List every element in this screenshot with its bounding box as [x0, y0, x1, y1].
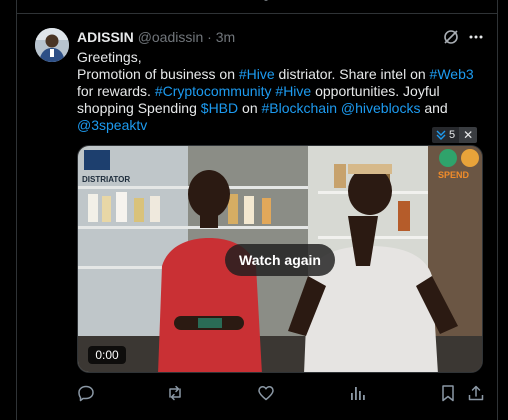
text-line-4: shopping Spending $HBD on #Blockchain @h…: [77, 100, 487, 117]
author-name[interactable]: ADISSIN: [77, 29, 134, 45]
text-segment: opportunities. Joyful: [311, 83, 440, 99]
repost-icon[interactable]: [166, 384, 184, 402]
badge-count-text: 5: [449, 129, 456, 141]
badge-close-button[interactable]: ✕: [459, 127, 478, 143]
tweet-text: Greetings, Promotion of business on #Hiv…: [77, 49, 487, 134]
text-segment: on: [238, 100, 262, 116]
share-icon[interactable]: [467, 384, 485, 402]
hashtag-hive-2[interactable]: #Hive: [275, 83, 311, 99]
like-icon[interactable]: [257, 384, 275, 402]
store-sign: DISTRIATOR: [82, 175, 130, 184]
text-line-5: @3speaktv: [77, 117, 487, 134]
separator-dot: ·: [207, 29, 212, 45]
text-line-3: for rewards. #Cryptocommunity #Hive oppo…: [77, 83, 487, 100]
hashtag-hive[interactable]: #Hive: [239, 66, 275, 82]
grok-icon[interactable]: [442, 28, 460, 46]
annotation-badge: 5 ✕: [432, 127, 484, 143]
tweet-header: ADISSIN @oadissin · 3m: [77, 29, 235, 45]
tweet-time[interactable]: 3m: [216, 29, 235, 45]
text-line-2: Promotion of business on #Hive distriato…: [77, 66, 487, 83]
hashtag-blockchain[interactable]: #Blockchain: [262, 100, 338, 116]
mention-3speaktv[interactable]: @3speaktv: [77, 117, 147, 133]
spend-sign: SPEND: [438, 170, 470, 180]
top-dot: [264, 0, 268, 1]
author-handle[interactable]: @oadissin: [138, 29, 204, 45]
text-line-1: Greetings,: [77, 49, 487, 66]
hashtag-cryptocommunity[interactable]: #Cryptocommunity: [155, 83, 272, 99]
timeline-border-left: [16, 0, 17, 420]
timeline-border-right: [497, 0, 498, 420]
greeting-text: Greetings,: [77, 49, 142, 65]
action-bar: [77, 384, 487, 406]
tweet-divider: [16, 13, 498, 14]
reply-icon[interactable]: [77, 384, 95, 402]
text-segment: Promotion of business on: [77, 66, 239, 82]
text-segment: for rewards.: [77, 83, 155, 99]
video-timestamp: 0:00: [88, 346, 126, 364]
badge-count[interactable]: 5: [432, 127, 460, 143]
text-segment: distriator. Share intel on: [274, 66, 430, 82]
avatar[interactable]: [35, 28, 69, 62]
chevron-down-icon: [436, 130, 446, 140]
bookmark-icon[interactable]: [439, 384, 457, 402]
more-icon[interactable]: [468, 27, 484, 47]
views-icon[interactable]: [348, 384, 366, 402]
watch-again-button[interactable]: Watch again: [225, 244, 335, 276]
text-segment: shopping Spending: [77, 100, 201, 116]
text-segment: and: [420, 100, 448, 116]
cashtag-hbd[interactable]: $HBD: [201, 100, 238, 116]
mention-hiveblocks[interactable]: @hiveblocks: [341, 100, 421, 116]
hashtag-web3[interactable]: #Web3: [430, 66, 474, 82]
